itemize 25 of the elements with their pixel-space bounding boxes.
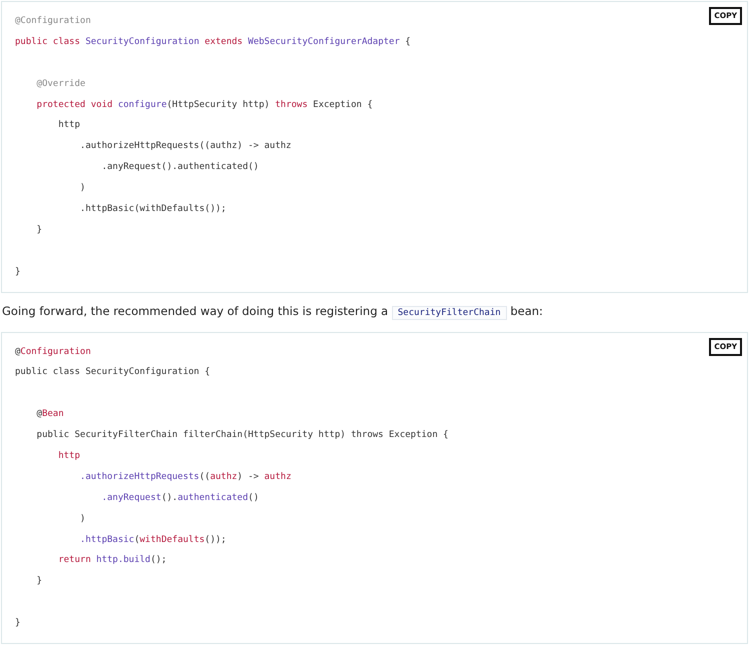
code-line: @Override — [36, 78, 86, 91]
inline-code: SecurityFilterChain — [392, 306, 507, 320]
code-line: } — [36, 575, 42, 588]
code-line: @Bean — [36, 408, 64, 422]
code-line: } — [15, 266, 20, 279]
code-line: .httpBasic(withDefaults()); — [79, 534, 226, 547]
code-line: return http.build(); — [57, 554, 167, 568]
code-line: http — [57, 450, 80, 464]
code-line: ) — [79, 182, 86, 196]
code-line: .anyRequest().authenticated() — [100, 492, 259, 505]
code-line: } — [15, 617, 20, 630]
paragraph: Going forward, the recommended way of doing this is registering a SecurityFilterChain bean: — [2, 304, 544, 318]
code-line: .authorizeHttpRequests((authz) -> authz — [79, 470, 292, 484]
code-line: http — [57, 119, 80, 132]
code-line: public class SecurityConfiguration extends WebSecurityConfigurerAdapter { — [15, 36, 411, 49]
code-line: ) — [79, 512, 86, 526]
code-line: @Configuration — [15, 15, 91, 28]
code-line: .authorizeHttpRequests((authz) -> authz — [79, 140, 292, 154]
code-line: } — [36, 224, 42, 237]
code-line: @Configuration — [15, 346, 91, 359]
code-line: .httpBasic(withDefaults()); — [79, 203, 226, 216]
code-line: protected void configure(HttpSecurity http) throws Exception { — [36, 98, 373, 112]
code-line: public SecurityFilterChain filterChain(HttpSecurity http) throws Exception { — [36, 429, 448, 442]
code-line: .anyRequest().authenticated() — [100, 161, 259, 174]
code-line: public class SecurityConfiguration { — [15, 366, 210, 380]
